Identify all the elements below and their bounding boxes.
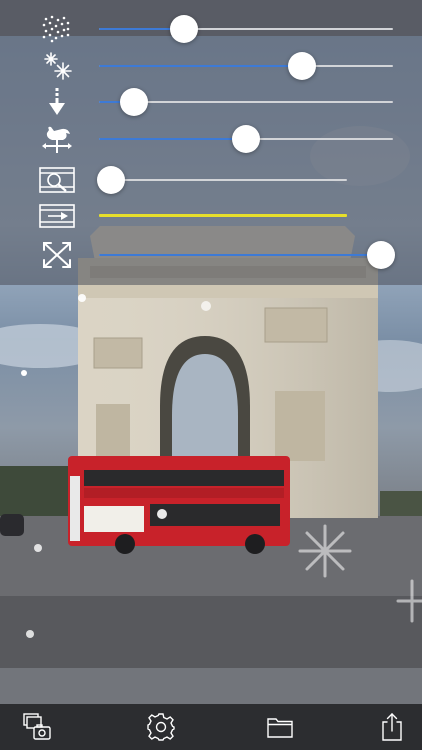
wind-thumb[interactable]	[232, 125, 260, 153]
gallery-camera-icon[interactable]	[22, 712, 52, 742]
slider-row-playback	[0, 198, 422, 234]
slider-row-zoom	[0, 162, 422, 198]
bottom-band	[0, 668, 422, 704]
weathervane-icon	[42, 126, 72, 153]
snow-density-icon	[42, 15, 70, 43]
zoom-film-icon	[39, 167, 75, 193]
snow-density-thumb[interactable]	[170, 15, 199, 43]
zoom-track[interactable]	[99, 179, 347, 181]
snow-density-track[interactable]	[99, 28, 393, 30]
slider-row-snow-density	[0, 11, 422, 47]
flake-size-thumb[interactable]	[287, 52, 316, 80]
flake-size-fill	[99, 65, 302, 67]
spread-thumb[interactable]	[367, 241, 396, 269]
slider-row-fall-speed	[0, 84, 422, 120]
arrow-down-icon	[49, 88, 65, 115]
film-arrow-icon	[39, 204, 75, 228]
playback-track[interactable]	[99, 214, 347, 217]
expand-arrows-icon	[43, 242, 71, 268]
wind-fill	[99, 138, 246, 140]
bottom-toolbar	[0, 704, 422, 750]
share-icon[interactable]	[377, 712, 407, 742]
zoom-thumb[interactable]	[97, 166, 126, 194]
slider-row-wind	[0, 121, 422, 157]
settings-gear-icon[interactable]	[146, 712, 176, 742]
snowflakes-icon	[44, 52, 72, 80]
slider-row-spread	[0, 237, 422, 273]
flake-size-track[interactable]	[99, 65, 393, 67]
slider-row-flake-size	[0, 48, 422, 84]
spread-track[interactable]	[99, 254, 393, 256]
spread-fill	[99, 254, 382, 256]
controls-panel	[0, 0, 422, 285]
folder-icon[interactable]	[265, 712, 295, 742]
fall-speed-thumb[interactable]	[120, 88, 149, 116]
